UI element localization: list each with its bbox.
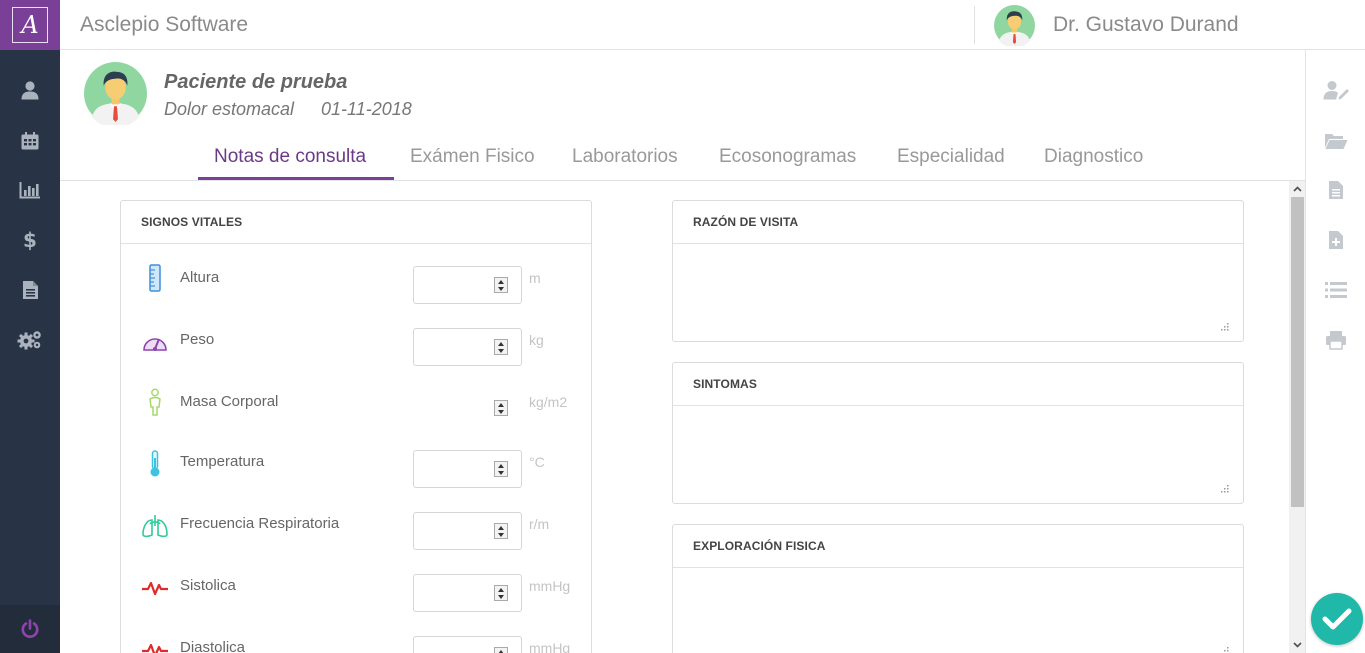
top-bar: Asclepio Software Dr. Gustavo Durand bbox=[60, 0, 1365, 50]
visit-reason-panel: RAZÓN DE VISITA bbox=[672, 200, 1244, 342]
peso-stepper[interactable] bbox=[494, 339, 508, 355]
print-icon bbox=[1326, 331, 1346, 350]
body-mass-icon bbox=[141, 388, 169, 416]
patient-avatar bbox=[84, 62, 147, 125]
list-icon bbox=[1325, 282, 1347, 298]
gears-icon bbox=[17, 331, 41, 350]
tab-especialidad[interactable]: Especialidad bbox=[897, 146, 1005, 168]
svg-text:$: $ bbox=[23, 229, 37, 251]
sidebar-item-documents[interactable] bbox=[0, 270, 60, 310]
document-icon bbox=[22, 281, 38, 299]
doctor-avatar[interactable] bbox=[994, 5, 1035, 46]
scale-gauge-icon bbox=[141, 328, 169, 356]
sidebar-item-calendar[interactable] bbox=[0, 121, 60, 161]
tab-notas-de-consulta[interactable]: Notas de consulta bbox=[214, 146, 366, 168]
doctor-name[interactable]: Dr. Gustavo Durand bbox=[1053, 13, 1239, 37]
diastolica-stepper[interactable] bbox=[494, 647, 508, 653]
scroll-up-arrow[interactable] bbox=[1289, 181, 1305, 197]
logo-letter: A bbox=[21, 11, 39, 39]
tab-ecosonogramas[interactable]: Ecosonogramas bbox=[719, 146, 856, 168]
resize-grip-icon[interactable] bbox=[1221, 485, 1229, 493]
vital-unit-peso: kg bbox=[529, 332, 544, 348]
folder-open-icon bbox=[1325, 134, 1348, 149]
vital-unit-masa-corporal: kg/m2 bbox=[529, 394, 568, 410]
patient-name: Paciente de prueba bbox=[164, 71, 348, 93]
masa-corporal-stepper[interactable] bbox=[494, 400, 508, 416]
symptoms-textarea[interactable] bbox=[673, 406, 1243, 503]
edit-patient-button[interactable] bbox=[1306, 72, 1365, 108]
app-logo[interactable]: A bbox=[0, 0, 60, 50]
vital-unit-sistolica: mmHg bbox=[529, 578, 571, 594]
vital-unit-altura: m bbox=[529, 270, 541, 286]
save-consultation-button[interactable] bbox=[1311, 593, 1363, 645]
physical-exam-textarea[interactable] bbox=[673, 568, 1243, 653]
sidebar-item-patients[interactable] bbox=[0, 70, 60, 110]
vital-label-masa-corporal: Masa Corporal bbox=[180, 393, 279, 410]
tab-diagnostico[interactable]: Diagnostico bbox=[1044, 146, 1143, 168]
logo-frame: A bbox=[12, 7, 48, 43]
physical-exam-panel: EXPLORACIÓN FISICA bbox=[672, 524, 1244, 653]
visit-reason-title: RAZÓN DE VISITA bbox=[673, 201, 1243, 244]
scroll-down-arrow[interactable] bbox=[1289, 637, 1305, 653]
vital-label-peso: Peso bbox=[180, 331, 215, 348]
tab-laboratorios[interactable]: Laboratorios bbox=[572, 146, 678, 168]
patient-reason: Dolor estomacal bbox=[164, 99, 295, 119]
vital-label-temperatura: Temperatura bbox=[180, 453, 265, 470]
temperatura-stepper[interactable] bbox=[494, 461, 508, 477]
vital-label-altura: Altura bbox=[180, 269, 220, 286]
vitals-panel-title: SIGNOS VITALES bbox=[121, 201, 591, 244]
power-icon bbox=[21, 619, 39, 638]
calendar-icon bbox=[21, 132, 39, 150]
add-document-button[interactable] bbox=[1306, 222, 1365, 258]
list-button[interactable] bbox=[1306, 272, 1365, 308]
open-records-button[interactable] bbox=[1306, 123, 1365, 159]
bar-chart-icon bbox=[19, 182, 40, 199]
altura-stepper[interactable] bbox=[494, 277, 508, 293]
view-document-button[interactable] bbox=[1306, 172, 1365, 208]
vital-unit-frecuencia-respiratoria: r/m bbox=[529, 516, 550, 532]
print-button[interactable] bbox=[1306, 322, 1365, 358]
frecuencia-respiratoria-stepper[interactable] bbox=[494, 523, 508, 539]
physical-exam-title: EXPLORACIÓN FISICA bbox=[673, 525, 1243, 568]
chevron-down-icon bbox=[1292, 642, 1302, 648]
chevron-up-icon bbox=[1292, 186, 1302, 192]
visit-reason-textarea[interactable] bbox=[673, 244, 1243, 341]
heartbeat-icon bbox=[141, 636, 169, 653]
patient-date: 01-11-2018 bbox=[321, 99, 412, 119]
symptoms-panel: SINTOMAS bbox=[672, 362, 1244, 504]
user-icon bbox=[21, 81, 39, 100]
lungs-icon bbox=[141, 512, 169, 540]
logout-button[interactable] bbox=[0, 605, 60, 653]
right-action-rail bbox=[1305, 50, 1365, 653]
sidebar-item-stats[interactable] bbox=[0, 170, 60, 210]
vital-label-diastolica: Diastolica bbox=[180, 639, 246, 653]
ruler-icon bbox=[141, 264, 169, 292]
symptoms-title: SINTOMAS bbox=[673, 363, 1243, 406]
check-icon bbox=[1322, 608, 1352, 630]
active-tab-indicator bbox=[198, 177, 394, 180]
vital-label-sistolica: Sistolica bbox=[180, 577, 236, 594]
file-icon bbox=[1329, 181, 1343, 199]
tab-examen-fisico[interactable]: Exámen Fisico bbox=[410, 146, 535, 168]
vital-label-frecuencia-respiratoria: Frecuencia Respiratoria bbox=[180, 515, 340, 532]
heartbeat-icon bbox=[141, 574, 169, 602]
app-title: Asclepio Software bbox=[80, 13, 249, 36]
dollar-icon: $ bbox=[23, 229, 37, 251]
vital-unit-diastolica: mmHg bbox=[529, 640, 571, 653]
vital-unit-temperatura: °C bbox=[529, 454, 545, 470]
sistolica-stepper[interactable] bbox=[494, 585, 508, 601]
sidebar-item-settings[interactable] bbox=[0, 320, 60, 360]
file-add-icon bbox=[1329, 231, 1343, 249]
top-divider bbox=[974, 6, 975, 44]
sidebar-item-billing[interactable]: $ bbox=[0, 220, 60, 260]
left-sidebar: A $ bbox=[0, 0, 60, 653]
resize-grip-icon[interactable] bbox=[1221, 323, 1229, 331]
resize-grip-icon[interactable] bbox=[1221, 647, 1229, 653]
tab-bar: Notas de consulta Exámen Fisico Laborato… bbox=[60, 140, 1305, 181]
edit-user-icon bbox=[1323, 81, 1349, 100]
thermometer-icon bbox=[141, 450, 169, 478]
scrollbar-thumb[interactable] bbox=[1291, 197, 1304, 507]
